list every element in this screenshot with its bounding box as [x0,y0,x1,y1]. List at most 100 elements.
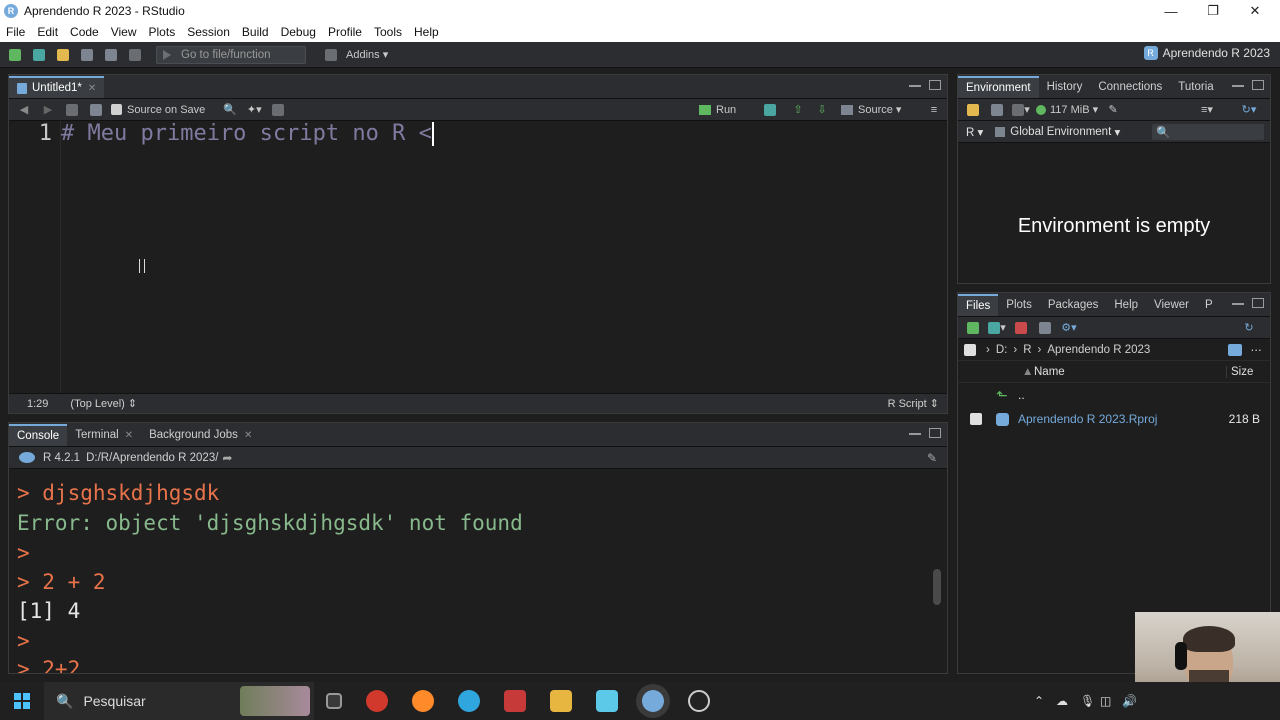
minimize-pane-icon[interactable] [909,428,921,435]
app-v-icon[interactable] [504,690,526,712]
environment-search-input[interactable]: 🔍 [1152,123,1264,140]
scope-dropdown[interactable]: Global Environment ▾ [995,125,1120,139]
rename-icon[interactable] [1036,319,1054,337]
clear-environment-icon[interactable]: ✎ [1104,101,1122,119]
save-workspace-icon[interactable] [988,101,1006,119]
goto-dir-icon[interactable]: ➦ [222,451,232,465]
crumb-drive[interactable]: D: [996,344,1008,356]
code-line[interactable]: # Meu primeiro script no R < [61,121,434,146]
gear-icon[interactable]: ⚙▾ [1060,319,1078,337]
menu-file[interactable]: File [6,25,25,39]
close-button[interactable]: ✕ [1234,0,1276,22]
save-icon[interactable] [78,46,96,64]
network-icon[interactable]: ◫ [1100,694,1111,708]
minimize-pane-icon[interactable] [1232,80,1244,87]
delete-icon[interactable] [1012,319,1030,337]
minimize-button[interactable]: — [1150,0,1192,22]
maximize-pane-icon[interactable] [929,428,941,438]
code-tools-icon[interactable]: ✦▾ [245,101,263,119]
minimize-pane-icon[interactable] [909,80,921,87]
grid-layout-icon[interactable] [322,46,340,64]
save-all-icon[interactable] [102,46,120,64]
menu-edit[interactable]: Edit [37,25,58,39]
tab-viewer[interactable]: Viewer [1146,294,1197,316]
menu-code[interactable]: Code [70,25,99,39]
save-file-icon[interactable] [87,101,105,119]
menu-profile[interactable]: Profile [328,25,362,39]
onedrive-icon[interactable]: ☁ [1056,694,1068,708]
refresh-icon[interactable]: ↻▾ [1240,101,1258,119]
tab-tutorial[interactable]: Tutoria [1170,76,1221,98]
find-icon[interactable]: 🔍 [221,101,239,119]
maximize-pane-icon[interactable] [1252,80,1264,90]
col-size[interactable]: Size [1226,365,1253,378]
code-editor[interactable]: 1 # Meu primeiro script no R < [9,121,947,393]
table-row[interactable]: Aprendendo R 2023.Rproj 218 B [958,407,1270,431]
up-arrow-icon[interactable]: ⇧ [789,101,807,119]
minimize-pane-icon[interactable] [1232,298,1244,305]
down-arrow-icon[interactable]: ⇩ [813,101,831,119]
menu-plots[interactable]: Plots [149,25,176,39]
row-checkbox[interactable] [970,413,982,425]
obs-icon[interactable] [688,690,710,712]
task-view-icon[interactable] [326,693,342,709]
console-output[interactable]: > djsghskdjhgsdk Error: object 'djsghskd… [9,469,947,673]
file-name-link[interactable]: Aprendendo R 2023.Rproj [1018,412,1157,426]
menu-view[interactable]: View [111,25,137,39]
menu-help[interactable]: Help [414,25,439,39]
menu-debug[interactable]: Debug [281,25,316,39]
load-workspace-icon[interactable] [964,101,982,119]
notepad-icon[interactable] [596,690,618,712]
volume-icon[interactable]: 🔊 [1122,694,1137,708]
file-explorer-icon[interactable] [550,690,572,712]
tab-environment[interactable]: Environment [958,76,1039,98]
rstudio-taskbar-icon[interactable] [642,690,664,712]
parent-dir-row[interactable]: ⬑ .. [958,383,1270,407]
run-button[interactable]: Run [699,101,736,119]
maximize-button[interactable]: ❐ [1192,0,1234,22]
maximize-pane-icon[interactable] [1252,298,1264,308]
tab-console[interactable]: Console [9,424,68,446]
back-arrow-icon[interactable]: ◀ [15,101,33,119]
upload-icon[interactable]: ▾ [988,319,1006,337]
tab-untitled1[interactable]: Untitled1* ✕ [9,76,105,98]
import-dataset-icon[interactable]: ▾ [1012,101,1030,119]
goto-file-input[interactable]: Go to file/function [156,45,306,64]
file-type-selector[interactable]: R Script ⇕ [888,397,939,410]
language-selector[interactable]: R ▾ [966,125,983,139]
menu-session[interactable]: Session [187,25,230,39]
project-menu[interactable]: R Aprendendo R 2023 [1143,46,1270,60]
close-jobs-icon[interactable]: ✕ [244,430,252,441]
project-dir-icon[interactable] [1228,343,1242,356]
close-terminal-icon[interactable]: ✕ [125,430,133,441]
rerun-icon[interactable] [761,101,779,119]
more-icon[interactable]: ⋯ [1251,343,1263,357]
tab-background-jobs[interactable]: Background Jobs ✕ [141,424,260,446]
tab-packages[interactable]: Packages [1040,294,1107,316]
source-button[interactable]: Source ▾ [841,101,901,119]
console-scrollbar[interactable] [933,569,941,605]
print-icon[interactable] [126,46,144,64]
compile-report-icon[interactable] [269,101,287,119]
menu-tools[interactable]: Tools [374,25,402,39]
select-all-checkbox[interactable] [964,343,976,356]
maximize-pane-icon[interactable] [929,80,941,90]
tab-terminal[interactable]: Terminal ✕ [67,424,141,446]
list-view-icon[interactable]: ≡▾ [1198,101,1216,119]
microphone-icon[interactable]: 🎙 [1080,694,1095,708]
col-name[interactable]: Name [1034,366,1065,378]
crumb-r[interactable]: R [1023,344,1031,356]
new-file-icon[interactable] [6,46,24,64]
new-folder-icon[interactable] [964,319,982,337]
tab-presentation[interactable]: P [1197,294,1221,316]
taskbar-search[interactable]: 🔍 Pesquisar [44,682,314,720]
tab-help[interactable]: Help [1106,294,1146,316]
menu-build[interactable]: Build [242,25,269,39]
refresh-files-icon[interactable]: ↻ [1240,319,1258,337]
memory-usage[interactable]: 117 MiB ▾ [1036,101,1098,119]
source-on-save-checkbox[interactable]: Source on Save [111,101,205,119]
start-button[interactable] [0,682,44,720]
scope-selector[interactable]: (Top Level) ⇕ [70,397,137,410]
tab-connections[interactable]: Connections [1090,76,1170,98]
open-file-icon[interactable] [54,46,72,64]
